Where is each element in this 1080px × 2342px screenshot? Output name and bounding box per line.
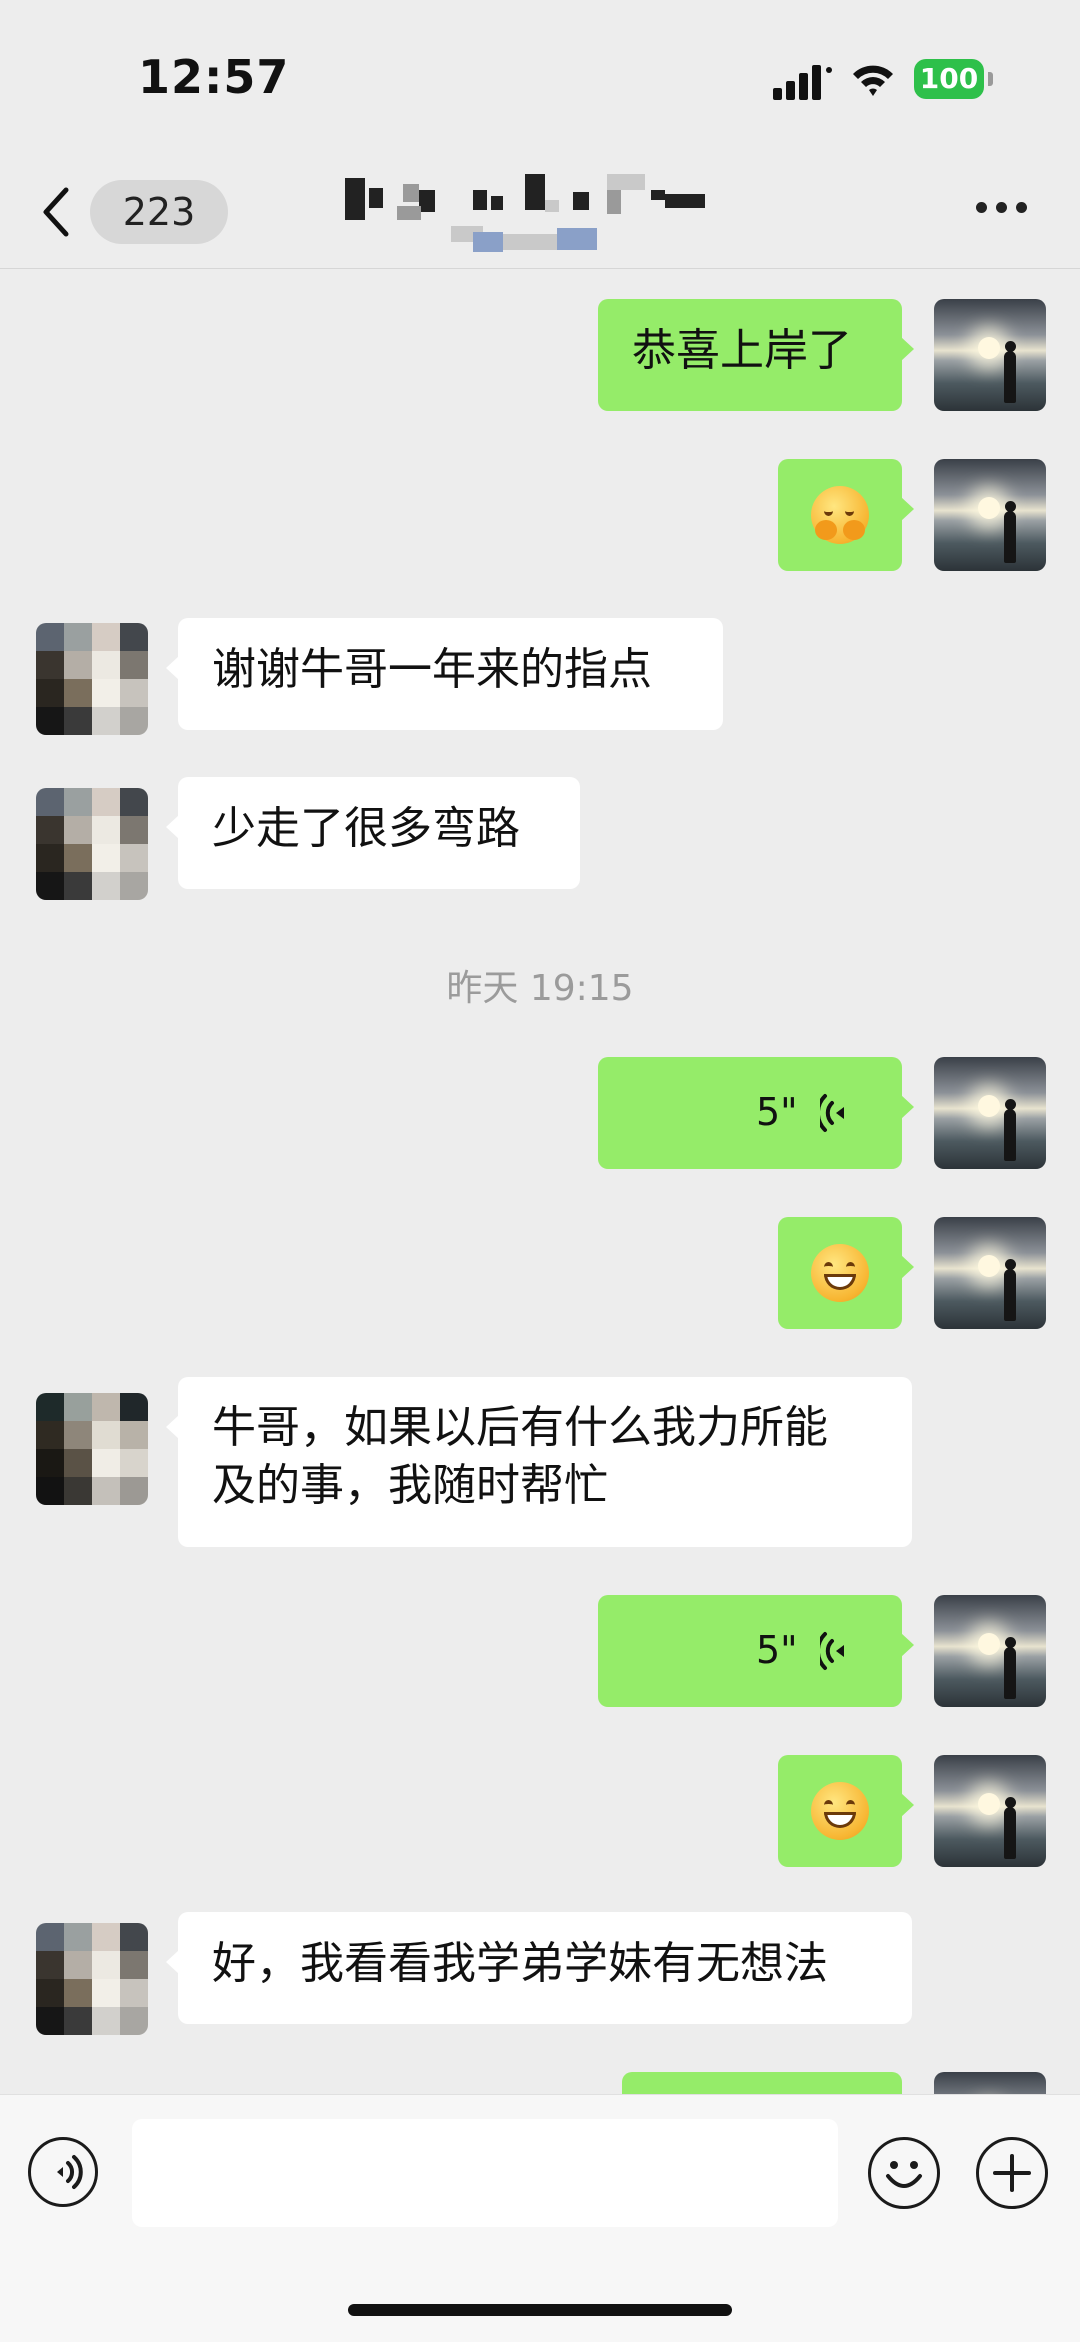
my-avatar[interactable] (934, 1755, 1046, 1867)
battery-cap (988, 72, 993, 86)
unread-count-badge: 223 (90, 180, 228, 244)
wifi-icon (853, 65, 893, 96)
status-time: 12:57 (138, 50, 290, 104)
my-avatar[interactable] (934, 1595, 1046, 1707)
contact-avatar[interactable] (36, 1923, 148, 2035)
emoji-bubble-sent[interactable] (778, 459, 914, 571)
grin-emoji-icon (811, 1782, 869, 1840)
contact-avatar[interactable] (36, 623, 148, 735)
blush-hands-emoji-icon (811, 486, 869, 544)
contact-avatar[interactable] (36, 788, 148, 900)
message-text: 少走了很多弯路 (212, 803, 520, 854)
message-text-line: 及的事，我随时帮忙 (212, 1460, 608, 1511)
message-bubble-received[interactable]: 少走了很多弯路 (166, 777, 580, 889)
message-bubble-received[interactable]: 好，我看看我学弟学妹有无想法 (166, 1912, 912, 2024)
voice-toggle-icon (57, 2155, 83, 2189)
message-bubble-sent-partial[interactable] (622, 2072, 902, 2094)
plus-icon (993, 2154, 1031, 2192)
voice-duration: 5" (756, 1628, 798, 1672)
more-actions-button[interactable] (976, 2137, 1048, 2209)
contact-avatar[interactable] (36, 1393, 148, 1505)
chevron-left-icon (43, 187, 69, 237)
voice-toggle-button[interactable] (28, 2137, 98, 2207)
message-timestamp: 昨天 19:15 (446, 968, 634, 1009)
battery-indicator: 100 (914, 59, 984, 99)
message-text: 好，我看看我学弟学妹有无想法 (212, 1938, 828, 1989)
grin-emoji-icon (811, 1244, 869, 1302)
chat-title-pixelated[interactable] (345, 160, 755, 255)
my-avatar[interactable] (934, 1057, 1046, 1169)
message-text: 恭喜上岸了 (632, 325, 852, 376)
my-avatar[interactable] (934, 459, 1046, 571)
message-text-line: 牛哥，如果以后有什么我力所能 (212, 1402, 828, 1453)
emoji-bubble-sent[interactable] (778, 1217, 914, 1329)
voice-message-bubble-sent[interactable]: 5" (598, 1595, 914, 1707)
home-indicator[interactable] (348, 2304, 732, 2316)
emoji-button[interactable] (868, 2137, 940, 2209)
more-options-button[interactable] (976, 202, 1028, 216)
my-avatar[interactable] (934, 299, 1046, 411)
message-bubble-received[interactable]: 谢谢牛哥一年来的指点 (166, 618, 723, 730)
signal-bars-icon (773, 65, 832, 100)
back-button[interactable]: 223 (40, 180, 228, 244)
voice-duration: 5" (756, 1090, 798, 1134)
my-avatar[interactable] (934, 1217, 1046, 1329)
message-input[interactable] (132, 2119, 838, 2227)
my-avatar[interactable] (934, 2072, 1046, 2094)
message-text: 谢谢牛哥一年来的指点 (212, 644, 652, 695)
voice-wave-icon (820, 1632, 844, 1670)
status-bar: 12:57 100 (0, 0, 1080, 150)
message-bubble-sent[interactable]: 恭喜上岸了 (598, 299, 914, 411)
input-bar (0, 2094, 1080, 2342)
chat-header: 223 (0, 150, 1080, 269)
voice-wave-icon (820, 1094, 844, 1132)
message-bubble-received[interactable]: 牛哥，如果以后有什么我力所能 及的事，我随时帮忙 (166, 1377, 912, 1547)
message-list[interactable]: 恭喜上岸了 谢谢牛哥一年来的指点 少走了很多弯路 昨天 19:15 5" 牛哥，… (0, 269, 1080, 2094)
voice-message-bubble-sent[interactable]: 5" (598, 1057, 914, 1169)
emoji-face-icon (886, 2161, 922, 2188)
emoji-bubble-sent[interactable] (778, 1755, 914, 1867)
